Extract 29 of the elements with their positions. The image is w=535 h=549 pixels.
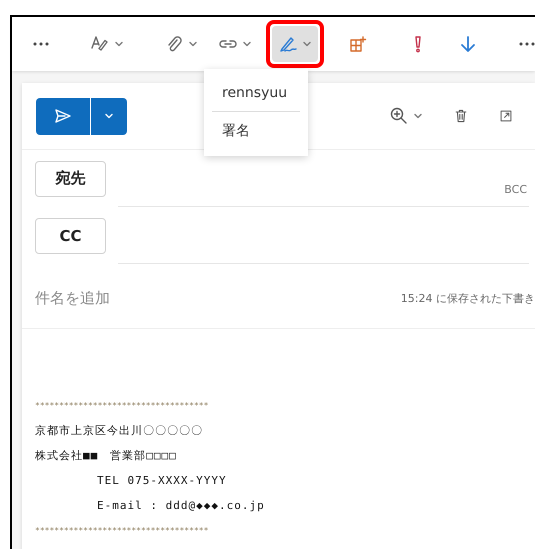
send-options-button[interactable] bbox=[90, 98, 127, 134]
chevron-down-icon bbox=[114, 39, 124, 49]
signature-button[interactable] bbox=[272, 26, 318, 62]
signature-rule: ************************************ bbox=[35, 525, 210, 537]
zoom-in-icon bbox=[389, 106, 409, 126]
more-icon bbox=[32, 41, 50, 47]
signature-rule: ************************************ bbox=[35, 400, 210, 412]
chevron-down-icon bbox=[413, 111, 423, 121]
subject-field[interactable]: 件名を追加 bbox=[35, 288, 110, 308]
to-button[interactable]: 宛先 bbox=[35, 160, 106, 196]
menu-item[interactable]: 署名 bbox=[212, 111, 300, 150]
draft-saved-note: 15:24 に保存された下書き bbox=[400, 290, 535, 306]
bcc-link[interactable]: BCC bbox=[504, 183, 527, 196]
chevron-down-icon bbox=[188, 39, 198, 49]
chevron-down-icon bbox=[104, 111, 114, 121]
table-icon bbox=[348, 34, 368, 54]
arrow-down-icon bbox=[458, 34, 478, 54]
pop-out-icon bbox=[499, 109, 513, 123]
cc-button[interactable]: CC bbox=[35, 218, 106, 254]
chevron-down-icon bbox=[302, 39, 312, 49]
trash-icon bbox=[453, 108, 469, 124]
chevron-down-icon bbox=[242, 39, 252, 49]
more-icon bbox=[518, 41, 535, 47]
send-button[interactable] bbox=[36, 98, 90, 134]
signature-line: TEL 075-XXXX-YYYY bbox=[96, 473, 228, 489]
signature-line: 京都市上京区今出川〇〇〇〇〇 bbox=[35, 423, 204, 439]
signature-line: 株式会社■■ 営業部□□□□ bbox=[35, 448, 178, 464]
signature-line: E-mail : ddd@◆◆◆.co.jp bbox=[96, 498, 266, 514]
menu-item[interactable]: rennsyuu bbox=[204, 75, 308, 111]
